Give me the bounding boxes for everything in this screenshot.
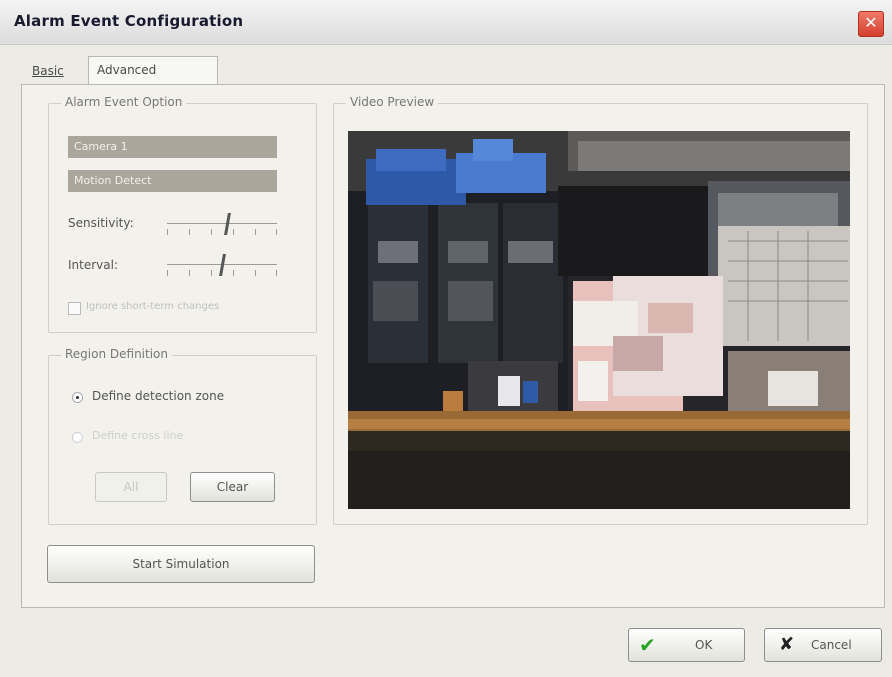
video-preview-image <box>348 131 850 509</box>
event-type-field: Motion Detect <box>68 170 277 192</box>
all-button: All <box>95 472 167 502</box>
interval-label: Interval: <box>68 258 118 272</box>
define-line-label: Define cross line <box>92 429 184 442</box>
title-bar[interactable]: Alarm Event Configuration ✕ <box>0 0 892 45</box>
window-title: Alarm Event Configuration <box>14 12 244 30</box>
alarm-event-option-legend: Alarm Event Option <box>61 95 187 109</box>
slider-tick <box>276 229 277 235</box>
ok-label: OK <box>695 638 713 652</box>
interval-slider[interactable] <box>167 252 277 280</box>
video-preview-legend: Video Preview <box>346 95 439 109</box>
ignore-changes-label: Ignore short-term changes <box>86 301 220 312</box>
slider-tick <box>276 270 277 276</box>
sensitivity-slider[interactable] <box>167 211 277 239</box>
slider-track <box>167 223 277 224</box>
slider-tick <box>189 229 190 235</box>
cancel-label: Cancel <box>811 638 852 652</box>
checkmark-icon: ✔ <box>639 633 656 657</box>
slider-tick <box>233 229 234 235</box>
cancel-button[interactable]: ✘ Cancel <box>764 628 882 662</box>
region-definition-legend: Region Definition <box>61 347 173 361</box>
camera-field: Camera 1 <box>68 136 277 158</box>
slider-tick <box>211 229 212 235</box>
slider-tick <box>255 270 256 276</box>
slider-tick <box>255 229 256 235</box>
start-simulation-button[interactable]: Start Simulation <box>47 545 315 583</box>
ok-button[interactable]: ✔ OK <box>628 628 745 662</box>
close-icon: ✕ <box>864 13 878 32</box>
slider-tick <box>233 270 234 276</box>
x-icon: ✘ <box>779 634 795 655</box>
define-line-radio <box>72 432 83 443</box>
slider-thumb[interactable] <box>219 254 226 276</box>
sensitivity-label: Sensitivity: <box>68 216 134 230</box>
ignore-changes-checkbox[interactable] <box>68 302 81 315</box>
define-zone-label: Define detection zone <box>92 389 225 403</box>
alarm-event-config-window: Alarm Event Configuration ✕ Basic Advanc… <box>0 0 892 677</box>
clear-button[interactable]: Clear <box>190 472 275 502</box>
tab-advanced[interactable]: Advanced <box>88 56 218 84</box>
slider-tick <box>167 229 168 235</box>
slider-thumb[interactable] <box>224 213 231 235</box>
tab-basic[interactable]: Basic <box>32 60 87 82</box>
slider-tick <box>167 270 168 276</box>
define-zone-radio[interactable] <box>72 392 83 403</box>
office-scene-image <box>348 131 850 509</box>
slider-tick <box>189 270 190 276</box>
close-button[interactable]: ✕ <box>858 11 884 37</box>
slider-tick <box>211 270 212 276</box>
